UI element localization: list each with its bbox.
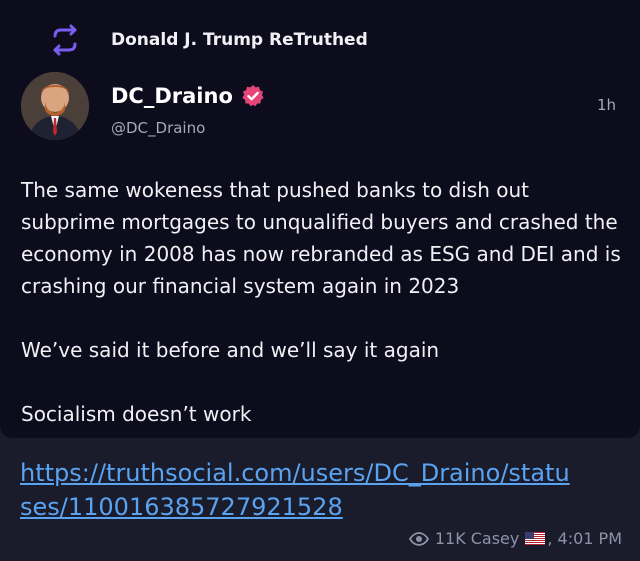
post-time: 1h (597, 96, 617, 114)
post-body: The same wokeness that pushed banks to d… (21, 174, 621, 430)
message-author: Casey (470, 529, 520, 548)
message-meta: 11K Casey , 4:01 PM (408, 529, 622, 548)
retruth-icon (53, 24, 77, 56)
display-name-text: DC_Draino (111, 84, 233, 108)
eye-icon (408, 531, 429, 546)
post-paragraph: We’ve said it before and we’ll say it ag… (21, 338, 440, 362)
post-paragraph: Socialism doesn’t work (21, 402, 252, 426)
retruth-header (48, 24, 82, 56)
message-time: , 4:01 PM (547, 529, 622, 548)
verified-icon (242, 85, 264, 107)
handle[interactable]: @DC_Draino (111, 119, 205, 137)
display-name[interactable]: DC_Draino (111, 84, 265, 108)
us-flag-icon (525, 532, 546, 545)
avatar[interactable] (21, 72, 89, 140)
retruth-label[interactable]: Donald J. Trump ReTruthed (111, 30, 368, 50)
view-count: 11K (434, 529, 466, 548)
post-card: Donald J. Trump ReTruthed DC_Draino @DC_… (0, 0, 640, 438)
post-link[interactable]: https://truthsocial.com/users/DC_Draino/… (20, 456, 580, 524)
post-paragraph: The same wokeness that pushed banks to d… (21, 178, 621, 298)
